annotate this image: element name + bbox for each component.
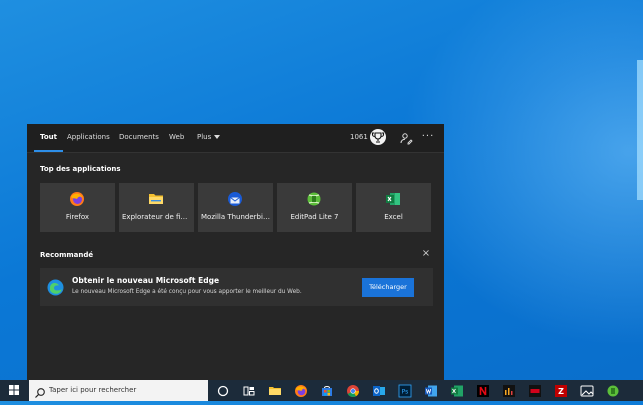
app-tile-excel[interactable]: Excel <box>356 183 431 232</box>
firefox-icon[interactable] <box>294 383 308 397</box>
app-tile-label: Firefox <box>65 213 90 221</box>
app-tile-thunderbird[interactable]: Mozilla Thunderbird <box>198 183 273 232</box>
file-explorer-icon[interactable] <box>268 383 282 397</box>
firefox-icon <box>69 191 85 207</box>
green-app-icon[interactable] <box>606 383 620 397</box>
tab-documents[interactable]: Documents <box>119 124 159 152</box>
close-icon[interactable]: × <box>421 249 431 259</box>
app-tile-firefox[interactable]: Firefox <box>40 183 115 232</box>
recommendation-title: Obtenir le nouveau Microsoft Edge <box>72 276 220 285</box>
svg-text:Ps: Ps <box>402 389 409 396</box>
editpad-icon <box>306 191 322 207</box>
download-button[interactable]: Télécharger <box>362 278 414 297</box>
app-tile-label: Mozilla Thunderbird <box>201 213 270 221</box>
trophy-icon[interactable] <box>370 129 386 145</box>
tab-all[interactable]: Tout <box>34 124 63 152</box>
chevron-down-icon <box>214 135 221 139</box>
app-tile-label: Explorateur de fichiers <box>122 213 191 221</box>
tab-applications[interactable]: Applications <box>67 124 110 152</box>
outlook-icon[interactable] <box>372 383 386 397</box>
more-options-icon[interactable]: ··· <box>420 127 436 147</box>
filezilla-icon[interactable]: Z <box>554 383 568 397</box>
task-view-icon[interactable] <box>242 383 256 397</box>
taskbar-search-box[interactable] <box>29 380 208 401</box>
photoshop-icon[interactable]: Ps <box>398 383 412 398</box>
svg-text:Z: Z <box>558 387 564 396</box>
netflix-icon[interactable] <box>476 383 490 397</box>
tab-web[interactable]: Web <box>169 124 184 152</box>
windows-start-icon[interactable] <box>0 380 28 401</box>
search-scope-bar: Tout Applications Documents Web Plus 106… <box>27 124 444 153</box>
excel-icon[interactable] <box>450 383 464 397</box>
rewards-points: 1061 <box>350 133 368 141</box>
search-input[interactable] <box>49 383 199 397</box>
red-app-icon[interactable] <box>528 383 542 397</box>
recommended-heading: Recommandé <box>40 251 94 259</box>
app-tile-file-explorer[interactable]: Explorateur de fichiers <box>119 183 194 232</box>
edge-recommendation-card[interactable]: Obtenir le nouveau Microsoft Edge Le nou… <box>40 268 433 306</box>
audio-tool-icon[interactable] <box>502 383 516 397</box>
app-tile-label: Excel <box>384 213 403 221</box>
app-tile-editpad[interactable]: EditPad Lite 7 <box>277 183 352 232</box>
thunderbird-icon <box>227 191 243 207</box>
tab-more-label: Plus <box>197 133 212 141</box>
folder-icon <box>148 191 164 207</box>
start-search-panel: Tout Applications Documents Web Plus 106… <box>27 124 444 380</box>
top-apps-heading: Top des applications <box>40 165 121 173</box>
chrome-icon[interactable] <box>346 383 360 398</box>
tab-more[interactable]: Plus <box>197 124 221 152</box>
desktop-wallpaper-light <box>637 60 643 200</box>
search-icon <box>34 384 46 398</box>
recommendation-description: Le nouveau Microsoft Edge a été conçu po… <box>72 289 302 295</box>
app-tile-label: EditPad Lite 7 <box>290 213 339 221</box>
feedback-icon[interactable] <box>399 130 413 145</box>
edge-icon <box>47 279 64 296</box>
cortana-icon[interactable] <box>216 383 230 397</box>
taskbar: Ps Z <box>0 380 643 401</box>
excel-icon <box>385 191 401 207</box>
word-icon[interactable] <box>424 383 438 397</box>
store-icon[interactable] <box>320 383 334 397</box>
photos-icon[interactable] <box>580 383 594 397</box>
